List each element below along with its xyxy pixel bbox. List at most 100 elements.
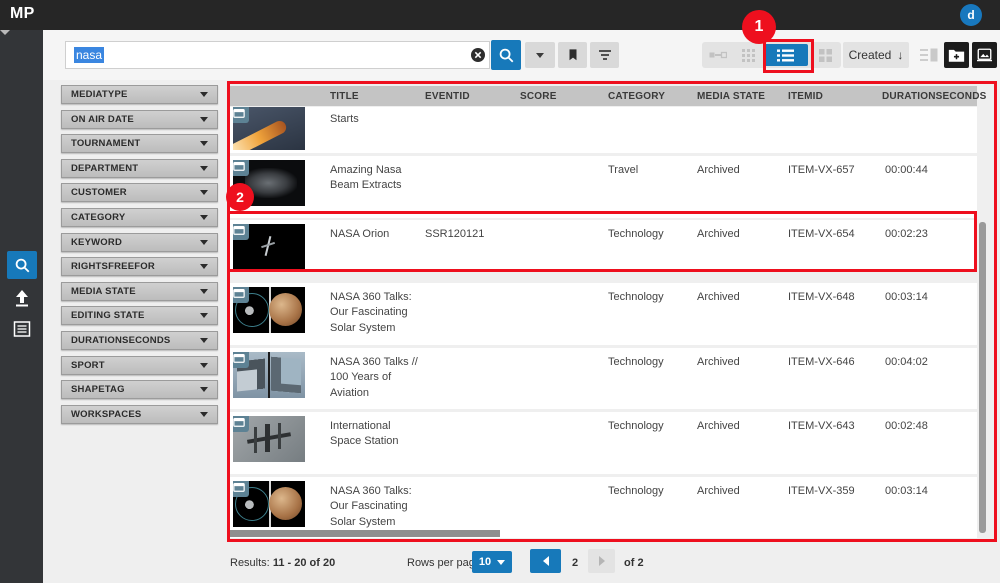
table-row-highlighted[interactable]: NASA Orion SSR120121 Technology Archived…	[230, 220, 977, 272]
vertical-scrollbar[interactable]	[979, 222, 986, 533]
video-badge-icon	[233, 224, 249, 240]
sort-label: Created	[849, 48, 892, 62]
thumbnail[interactable]	[233, 481, 305, 527]
thumbnail[interactable]	[233, 287, 305, 333]
next-page-button[interactable]	[588, 549, 615, 573]
table-row[interactable]: Amazing Nasa Beam Extracts Travel Archiv…	[230, 156, 977, 218]
collections-button[interactable]	[972, 42, 997, 68]
chevron-down-icon	[200, 166, 208, 171]
thumbnail[interactable]	[233, 352, 305, 398]
filter-durationseconds[interactable]: DURATIONSECONDS	[61, 331, 218, 350]
thumbnail[interactable]	[233, 416, 305, 462]
filter-department[interactable]: DEPARTMENT	[61, 159, 218, 178]
nav-log-button[interactable]	[10, 317, 33, 340]
cell-title: Amazing Nasa Beam Extracts	[330, 163, 422, 194]
cell-media-state: Archived	[697, 290, 782, 305]
table-row[interactable]: NASA 360 Talks // 100 Years of Aviation …	[230, 348, 977, 409]
cell-media-state: Archived	[697, 355, 782, 370]
chevron-down-icon	[200, 313, 208, 318]
sort-created-button[interactable]: Created ↓	[843, 42, 909, 68]
thumbnail[interactable]	[233, 160, 305, 206]
clear-search-icon[interactable]	[470, 47, 486, 63]
column-title: TITLE	[330, 91, 359, 102]
cell-itemid: ITEM-VX-657	[788, 163, 880, 178]
filter-on-air-date[interactable]: ON AIR DATE	[61, 110, 218, 129]
chevron-down-icon	[200, 412, 208, 417]
cell-category: Technology	[608, 355, 693, 370]
filter-mediatype[interactable]: MEDIATYPE	[61, 85, 218, 104]
compare-view-button[interactable]	[702, 42, 734, 68]
nav-expand-caret-icon[interactable]	[0, 30, 10, 35]
cell-duration: 00:02:23	[885, 227, 975, 242]
nav-search-button[interactable]	[7, 251, 37, 279]
cell-itemid: ITEM-VX-643	[788, 419, 880, 434]
results-table: TITLE EVENTID SCORE CATEGORY MEDIA STATE…	[230, 86, 977, 538]
grid-large-icon	[819, 49, 832, 62]
thumbnail[interactable]	[233, 107, 305, 150]
toolbar: nasa	[43, 30, 1000, 80]
left-nav-rail	[0, 30, 43, 583]
app-header: MP d	[0, 0, 1000, 30]
search-button[interactable]	[491, 40, 521, 70]
cell-title: International Space Station	[330, 419, 422, 450]
horizontal-scrollbar[interactable]	[230, 530, 500, 537]
new-folder-button[interactable]	[944, 42, 969, 68]
chevron-down-icon	[200, 215, 208, 220]
filter-rightsfreefor[interactable]: RIGHTSFREEFOR	[61, 257, 218, 276]
chevron-down-icon	[200, 289, 208, 294]
filter-customer[interactable]: CUSTOMER	[61, 183, 218, 202]
cell-media-state: Archived	[697, 419, 782, 434]
table-row[interactable]: NASA 360 Talks: Our Fascinating Solar Sy…	[230, 283, 977, 345]
rows-per-page-select[interactable]: 10	[472, 551, 512, 573]
filter-keyword[interactable]: KEYWORD	[61, 233, 218, 252]
search-input[interactable]: nasa	[65, 41, 490, 69]
cell-category: Technology	[608, 419, 693, 434]
cell-category: Technology	[608, 227, 693, 242]
rows-per-page-value: 10	[479, 556, 491, 568]
cell-itemid: ITEM-VX-648	[788, 290, 880, 305]
search-options-button[interactable]	[525, 42, 555, 68]
column-eventid: EVENTID	[425, 91, 470, 102]
previous-page-button[interactable]	[530, 549, 561, 573]
grid-view-large-button[interactable]	[809, 42, 841, 68]
video-badge-icon	[233, 160, 249, 176]
filter-media-state[interactable]: MEDIA STATE	[61, 282, 218, 301]
cell-media-state: Archived	[697, 227, 782, 242]
filter-category[interactable]: CATEGORY	[61, 208, 218, 227]
user-avatar[interactable]: d	[960, 4, 982, 26]
cell-duration: 00:03:14	[885, 484, 975, 499]
arrow-left-icon	[543, 556, 549, 566]
thumbnail[interactable]	[233, 224, 305, 270]
cell-category: Technology	[608, 484, 693, 499]
thumbnail-divider	[268, 352, 270, 398]
chevron-down-icon	[200, 240, 208, 245]
filter-sport[interactable]: SPORT	[61, 356, 218, 375]
list-view-button[interactable]	[763, 44, 808, 66]
filter-panel: MEDIATYPE ON AIR DATE TOURNAMENT DEPARTM…	[61, 85, 218, 429]
filter-shapetag[interactable]: SHAPETAG	[61, 380, 218, 399]
sort-descending-arrow-icon: ↓	[897, 48, 903, 62]
column-durationseconds: DURATIONSECONDS	[882, 91, 986, 102]
detail-panel-button[interactable]	[916, 42, 941, 68]
saved-searches-button[interactable]	[558, 42, 587, 68]
table-row[interactable]: NASA 360 Talks: Our Fascinating Solar Sy…	[230, 477, 977, 538]
video-badge-icon	[233, 287, 249, 303]
filter-editing-state[interactable]: EDITING STATE	[61, 306, 218, 325]
folder-plus-icon	[948, 48, 965, 62]
grid-view-small-button[interactable]	[734, 42, 762, 68]
cell-eventid: SSR120121	[425, 227, 515, 242]
table-row[interactable]: International Space Station Technology A…	[230, 412, 977, 474]
cell-duration: 00:02:48	[885, 419, 975, 434]
page-total: of 2	[624, 557, 644, 569]
cell-title: NASA 360 Talks: Our Fascinating Solar Sy…	[330, 290, 422, 336]
filter-tournament[interactable]: TOURNAMENT	[61, 134, 218, 153]
cell-itemid: ITEM-VX-359	[788, 484, 880, 499]
video-badge-icon	[233, 107, 249, 123]
filter-button[interactable]	[590, 42, 619, 68]
chevron-down-icon	[200, 387, 208, 392]
nav-upload-button[interactable]	[10, 286, 33, 309]
cell-duration: 00:00:44	[885, 163, 975, 178]
table-row[interactable]: Starts	[230, 107, 977, 153]
filter-workspaces[interactable]: WORKSPACES	[61, 405, 218, 424]
cell-duration: 00:04:02	[885, 355, 975, 370]
